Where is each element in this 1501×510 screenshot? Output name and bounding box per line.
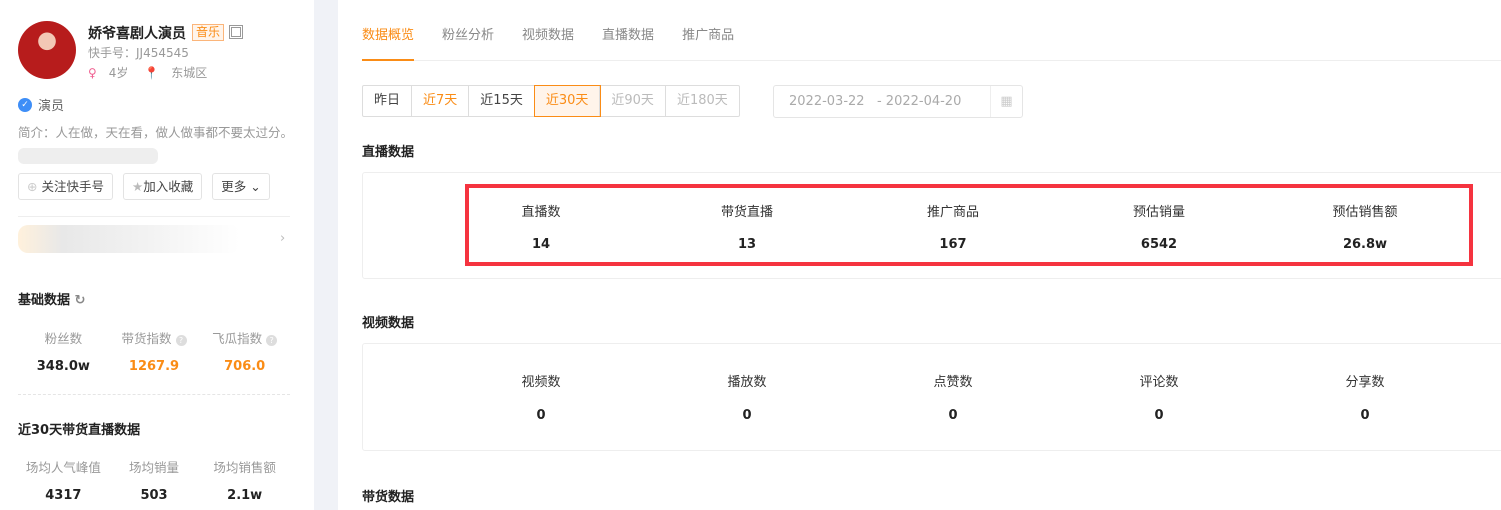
date-start: 2022-03-22 [789,94,865,109]
range-90d[interactable]: 近90天 [600,86,666,116]
verified-badge: ✓ 演员 [18,95,64,114]
stat-label: 带货指数 [121,331,172,346]
highlight-box [465,184,1473,266]
bio-text: 简介：人在做，天在看，做人做事都不要太过分。 [18,125,294,140]
range-30d[interactable]: 近30天 [533,85,602,117]
metric-label: 评论数 [1139,375,1179,390]
favorite-button[interactable]: ★加入收藏 [122,173,203,200]
main-content: 数据概览 粉丝分析 视频数据 直播数据 推广商品 昨日 近7天 近15天 近30… [338,0,1501,510]
more-button[interactable]: 更多 ⌄ [212,173,270,200]
profile-panel: 娇爷喜剧人演员 音乐 快手号：JJ454545 ♀ 4岁 📍 东城区 ✓ 演员 简介：… [0,0,314,510]
metric-value: 0 [1154,408,1164,423]
profile-meta: ♀ 4岁 📍 东城区 [88,64,219,81]
stat-label: 粉丝数 [44,331,83,346]
verified-label: 演员 [38,99,65,114]
metric-label: 播放数 [727,375,767,390]
video-section-title: 视频数据 [362,316,415,331]
stat-value: 1267.9 [128,359,180,374]
blurred-text [18,147,158,164]
live30-title: 近30天带货直播数据 [18,423,141,438]
profile-name: 娇爷喜剧人演员 [88,26,186,42]
more-label: 更多 [221,179,247,194]
basic-title-text: 基础数据 [18,293,71,308]
help-icon[interactable]: ? [266,335,278,346]
video-values: 0 0 0 0 0 [438,408,1468,423]
account-id: 快手号：JJ454545 [88,46,189,60]
qr-code-icon[interactable] [229,25,243,39]
stat-label: 场均销量 [129,460,180,475]
basic-stats: 粉丝数 348.0w 带货指数 ? 1267.9 飞瓜指数 ? 706.0 [18,328,290,374]
stat-value: 2.1w [227,488,263,503]
range-15d[interactable]: 近15天 [469,86,535,116]
live30-stats: 场均人气峰值 4317 场均销量 503 场均销售额 2.1w [18,457,290,503]
stat-fans: 粉丝数 348.0w [18,328,109,374]
calendar-icon[interactable]: ▦ [990,86,1022,117]
video-panel [362,343,1501,451]
location: 东城区 [171,66,208,80]
chevron-down-icon: ⌄ [250,179,261,194]
refresh-icon[interactable]: ↻ [75,293,86,308]
range-yesterday[interactable]: 昨日 [363,86,413,116]
panel-gap [314,0,338,510]
tab-live[interactable]: 直播数据 [602,0,654,61]
stat-label: 飞瓜指数 [212,331,263,346]
stat-feigua-index: 飞瓜指数 ? 706.0 [199,328,290,374]
metric-label: 点赞数 [933,375,973,390]
blurred-banner[interactable] [18,225,240,253]
metric-label: 视频数 [521,375,561,390]
goods-section-title: 带货数据 [362,490,415,505]
help-icon[interactable]: ? [175,335,187,346]
stat-sales-index: 带货指数 ? 1267.9 [109,328,200,374]
date-range-picker[interactable]: 2022-03-22 - 2022-04-20 ▦ [773,85,1023,118]
avatar [18,21,76,79]
plus-circle-icon: ⊕ [27,179,38,194]
stat-value: 503 [140,488,168,503]
divider [18,216,290,217]
range-180d[interactable]: 近180天 [666,86,739,116]
location-icon: 📍 [144,66,160,80]
metric-value: 0 [1360,408,1370,423]
female-icon: ♀ [88,66,97,80]
follow-button[interactable]: ⊕ 关注快手号 [18,173,113,200]
favorite-label: 加入收藏 [143,179,194,194]
video-labels: 视频数 播放数 点赞数 评论数 分享数 [438,371,1468,390]
range-7d[interactable]: 近7天 [412,86,470,116]
stat-avg-sales: 场均销量 503 [109,457,200,503]
live-section-title: 直播数据 [362,145,415,160]
star-icon: ★ [131,179,144,194]
chevron-right-icon[interactable]: › [280,231,285,246]
tab-bar: 数据概览 粉丝分析 视频数据 直播数据 推广商品 [362,0,1501,61]
metric-value: 0 [536,408,546,423]
bio: 简介：人在做，天在看，做人做事都不要太过分。 [18,122,293,166]
tab-products[interactable]: 推广商品 [682,0,734,61]
date-end: 2022-04-20 [885,94,962,109]
metric-label: 分享数 [1345,375,1385,390]
metric-value: 0 [742,408,752,423]
basic-data-title: 基础数据 ↻ [18,289,85,308]
tab-overview[interactable]: 数据概览 [362,0,415,61]
stat-label: 场均人气峰值 [25,460,101,475]
follow-label: 关注快手号 [41,179,104,194]
stat-value: 4317 [45,488,82,503]
tab-fans[interactable]: 粉丝分析 [442,0,494,61]
category-tag: 音乐 [192,24,225,41]
stat-peak: 场均人气峰值 4317 [18,457,109,503]
stat-label: 场均销售额 [213,460,276,475]
stat-value: 348.0w [36,359,90,374]
tab-video[interactable]: 视频数据 [522,0,574,61]
metric-value: 0 [948,408,958,423]
check-icon: ✓ [18,97,32,112]
stat-avg-revenue: 场均销售额 2.1w [199,457,290,503]
range-selector: 昨日 近7天 近15天 近30天 近90天 近180天 [362,85,740,117]
divider [18,394,290,395]
stat-value: 706.0 [224,359,266,374]
age: 4岁 [108,66,129,80]
